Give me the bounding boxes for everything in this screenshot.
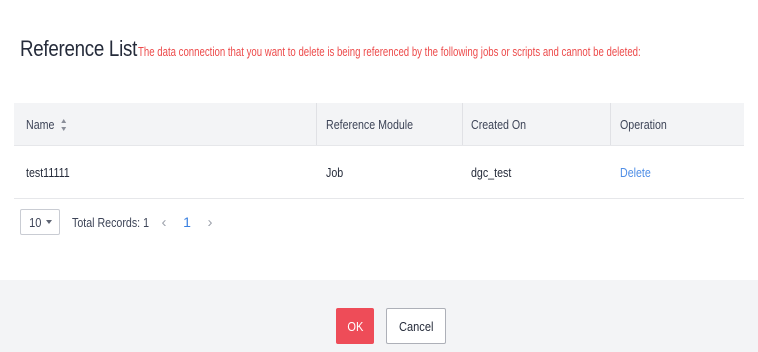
cancel-button[interactable]: Cancel (386, 308, 446, 344)
pagination: 10 Total Records: 1 ‹ 1 › (20, 207, 218, 237)
cell-name: test11111 (26, 164, 70, 180)
sort-icon[interactable] (61, 119, 68, 132)
warning-message: The data connection that you want to del… (138, 44, 641, 59)
column-divider (462, 103, 463, 145)
table-header: Name Reference Module Created On Operati… (14, 103, 744, 146)
column-header-created-on: Created On (471, 116, 527, 132)
page-number-current[interactable]: 1 (176, 214, 198, 230)
table-row: test11111 Job dgc_test Delete (14, 146, 744, 199)
ok-button-label: OK (347, 318, 363, 334)
column-header-name[interactable]: Name (26, 117, 68, 132)
cancel-button-label: Cancel (398, 318, 434, 334)
chevron-down-icon (46, 220, 52, 224)
page-size-select[interactable]: 10 (20, 209, 60, 235)
dialog-footer: OK Cancel (0, 280, 758, 352)
cell-reference-module: Job (326, 164, 344, 180)
column-header-reference-module: Reference Module (326, 116, 414, 132)
dialog-header: Reference List The data connection that … (20, 36, 758, 62)
column-header-operation: Operation (620, 116, 667, 132)
cell-created-on: dgc_test (471, 164, 512, 180)
delete-link[interactable]: Delete (620, 165, 651, 180)
reference-table: Name Reference Module Created On Operati… (14, 103, 744, 199)
previous-page-icon[interactable]: ‹ (156, 214, 172, 231)
dialog-title: Reference List (20, 36, 138, 61)
page-size-value: 10 (29, 214, 42, 230)
ok-button[interactable]: OK (336, 308, 374, 344)
reference-list-dialog: Reference List The data connection that … (0, 0, 758, 352)
column-divider (316, 103, 317, 145)
column-divider (610, 103, 611, 145)
total-records: Total Records: 1 (72, 214, 150, 230)
column-header-name-label: Name (26, 116, 55, 132)
next-page-icon[interactable]: › (202, 214, 218, 231)
